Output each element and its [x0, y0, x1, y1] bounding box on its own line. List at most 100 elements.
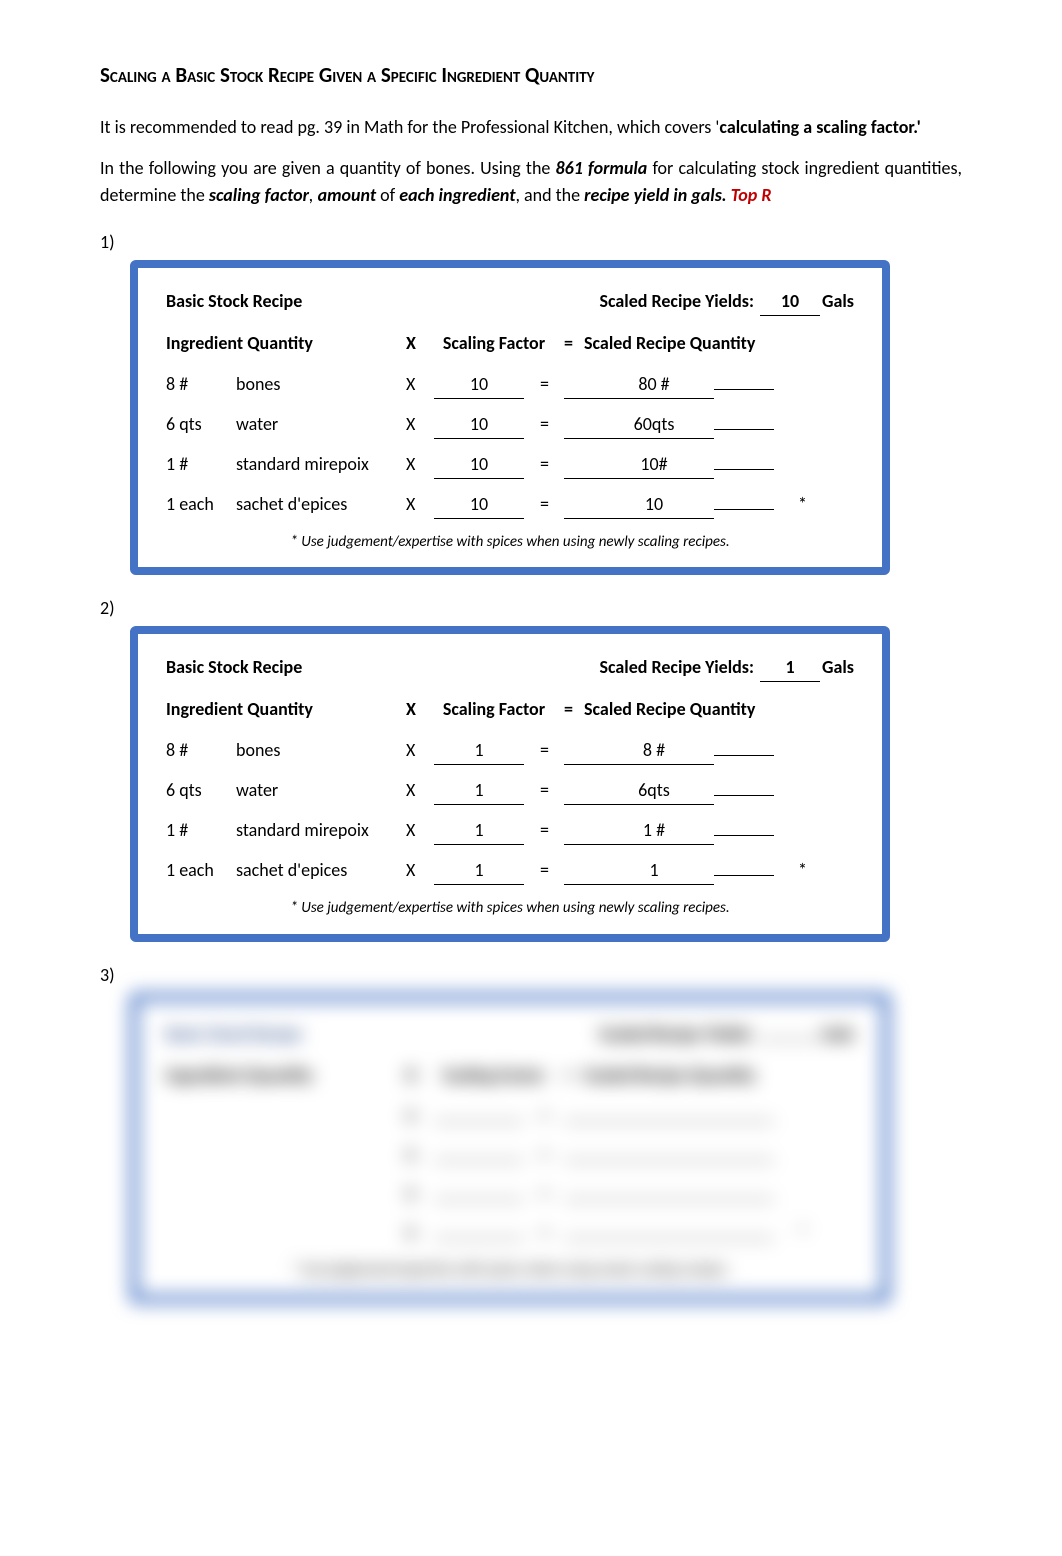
card-2-yield: Scaled Recipe Yields: 1Gals [599, 654, 854, 682]
r1-sf-2: 10 [434, 451, 524, 479]
r1-sf-3: 10 [434, 491, 524, 519]
r2-name-2: standard mirepoix [236, 817, 406, 844]
r3-tail-2 [714, 1199, 774, 1200]
r1-tail-2 [714, 469, 774, 470]
r1-tail-1 [714, 429, 774, 430]
r1-name-2: standard mirepoix [236, 451, 406, 478]
yield-label-2: Scaled Recipe Yields: [599, 656, 754, 678]
sub3-sf: Scaling Factor [424, 1062, 564, 1089]
r3-eq-0: = [534, 1103, 564, 1130]
r1-row-2: 1 # standard mirepoix X 10 = 10# [166, 451, 854, 479]
recipe-card-1: Basic Stock Recipe Scaled Recipe Yields:… [130, 260, 890, 576]
sub2-eq: = [564, 696, 584, 723]
card-1-header: Basic Stock Recipe Scaled Recipe Yields:… [166, 288, 854, 316]
sub-sf: Scaling Factor [424, 330, 564, 357]
r1-row-3: 1 each sachet d'epices X 10 = 10* [166, 491, 854, 519]
r3-sf-0 [434, 1121, 524, 1122]
intro-block: It is recommended to read pg. 39 in Math… [100, 114, 962, 209]
recipe-card-3-wrap: Basic Stock Recipe Scaled Recipe Yields:… [100, 993, 962, 1304]
r1-sf-1: 10 [434, 411, 524, 439]
r1-eq-3: = [534, 491, 564, 518]
sub-srq: Scaled Recipe Quantity [584, 330, 755, 357]
r1-name-0: bones [236, 371, 406, 398]
yield-1-value: 10 [760, 288, 820, 316]
r2-row-2: 1 # standard mirepoix X 1 = 1 # [166, 817, 854, 845]
intro-p2-j: recipe yield in gals. [584, 184, 726, 206]
r2-row-1: 6 qts water X 1 = 6qts [166, 777, 854, 805]
card-2-title: Basic Stock Recipe [166, 654, 302, 681]
sub3-x: X [406, 1062, 424, 1089]
r1-qty-2: 1 # [166, 451, 236, 478]
card-3-title: Basic Stock Recipe [166, 1021, 302, 1048]
r2-x-3: X [406, 857, 424, 884]
sub2-ingredient-qty: Ingredient Quantity [166, 696, 406, 723]
r1-qty-0: 8 # [166, 371, 236, 398]
recipe-card-2: Basic Stock Recipe Scaled Recipe Yields:… [130, 626, 890, 942]
card-3-yield: Scaled Recipe Yields: Gals [599, 1021, 854, 1048]
r2-sf-0: 1 [434, 737, 524, 765]
r2-row-0: 8 # bones X 1 = 8 # [166, 737, 854, 765]
r3-eq-3: = [534, 1220, 564, 1247]
recipe-card-3: Basic Stock Recipe Scaled Recipe Yields:… [130, 993, 890, 1304]
r1-star-3: * [798, 493, 807, 515]
card-1-yield: Scaled Recipe Yields: 10Gals [599, 288, 854, 316]
problem-1-label: 1) [100, 229, 962, 256]
sub-ingredient-qty: Ingredient Quantity [166, 330, 406, 357]
card-1-footnote: * Use judgement/expertise with spices wh… [166, 531, 854, 554]
problem-2-label: 2) [100, 595, 962, 622]
r1-x-3: X [406, 491, 424, 518]
r2-name-0: bones [236, 737, 406, 764]
recipe-card-1-wrap: Basic Stock Recipe Scaled Recipe Yields:… [100, 260, 962, 576]
r1-x-0: X [406, 371, 424, 398]
r1-sf-0: 10 [434, 371, 524, 399]
r1-eq-0: = [534, 371, 564, 398]
r2-name-1: water [236, 777, 406, 804]
r2-tail-0 [714, 755, 774, 756]
sub3-ingredient-qty: Ingredient Quantity [166, 1062, 406, 1089]
r1-row-0: 8 # bones X 10 = 80 # [166, 371, 854, 399]
intro-p2-b: 861 formula [556, 157, 648, 179]
problem-3-label: 3) [100, 962, 962, 989]
r3-tail-3 [714, 1238, 774, 1239]
intro-p2-k: Top R [727, 184, 772, 206]
yield-label-3: Scaled Recipe Yields: [599, 1023, 754, 1045]
card-1-subheader: Ingredient Quantity X Scaling Factor = S… [166, 330, 854, 357]
r3-sf-2 [434, 1199, 524, 1200]
card-2-subheader: Ingredient Quantity X Scaling Factor = S… [166, 696, 854, 723]
recipe-card-2-wrap: Basic Stock Recipe Scaled Recipe Yields:… [100, 626, 962, 942]
r1-res-2: 10# [564, 451, 714, 479]
r2-eq-1: = [534, 777, 564, 804]
intro-p1: It is recommended to read pg. 39 in Math… [100, 114, 962, 141]
r3-x-3: X [406, 1220, 424, 1247]
yield-gals-3: Gals [822, 1023, 854, 1045]
r2-qty-0: 8 # [166, 737, 236, 764]
r3-tail-1 [714, 1160, 774, 1161]
r1-res-3: 10 [564, 491, 714, 519]
r2-qty-3: 1 each [166, 857, 236, 884]
r3-sf-1 [434, 1160, 524, 1161]
r2-x-1: X [406, 777, 424, 804]
yield-label: Scaled Recipe Yields: [599, 290, 754, 312]
r1-eq-2: = [534, 451, 564, 478]
card-3-subheader: Ingredient Quantity X Scaling Factor = S… [166, 1062, 854, 1089]
r3-eq-2: = [534, 1181, 564, 1208]
r1-qty-1: 6 qts [166, 411, 236, 438]
r2-sf-2: 1 [434, 817, 524, 845]
r2-tail-2 [714, 835, 774, 836]
card-1-title: Basic Stock Recipe [166, 288, 302, 315]
sub3-srq: Scaled Recipe Quantity [584, 1062, 755, 1089]
intro-p2-h: each ingredient [399, 184, 515, 206]
r2-sf-1: 1 [434, 777, 524, 805]
intro-p2-i: , and the [515, 184, 584, 206]
r2-res-1: 6qts [564, 777, 714, 805]
r2-res-2: 1 # [564, 817, 714, 845]
r1-name-3: sachet d'epices [236, 491, 406, 518]
r3-x-0: X [406, 1103, 424, 1130]
page-title: Scaling a Basic Stock Recipe Given a Spe… [100, 60, 962, 92]
r2-row-3: 1 each sachet d'epices X 1 = 1* [166, 857, 854, 885]
r3-res-0 [564, 1121, 714, 1122]
r3-res-2 [564, 1199, 714, 1200]
card-3-footnote: * Use judgement/expertise with spices wh… [166, 1259, 854, 1282]
r2-eq-0: = [534, 737, 564, 764]
r2-tail-3 [714, 875, 774, 876]
